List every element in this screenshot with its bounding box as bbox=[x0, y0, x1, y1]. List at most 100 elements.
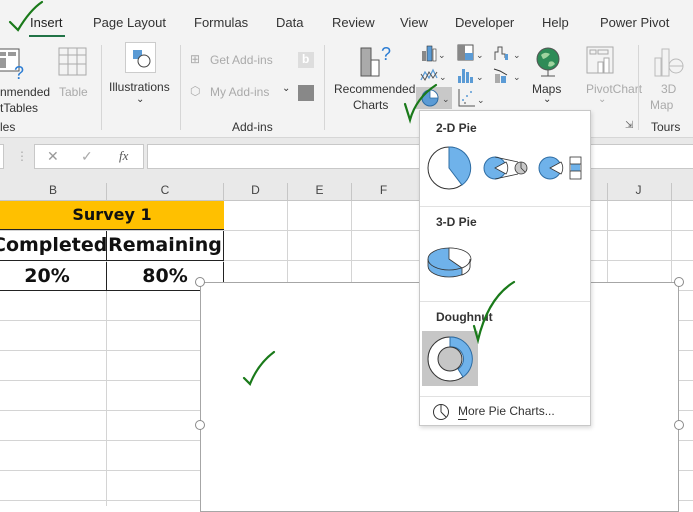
tab-developer[interactable]: Developer bbox=[455, 15, 514, 30]
remaining-header-cell[interactable]: Remaining bbox=[107, 231, 224, 261]
recommended-charts-button[interactable]: ? Recommended Charts bbox=[333, 42, 415, 114]
globe-icon bbox=[536, 47, 560, 77]
combo-chart-button[interactable]: ⌄ bbox=[493, 66, 521, 84]
pie-outline-icon bbox=[433, 404, 449, 420]
chevron-down-icon: ⌄ bbox=[136, 94, 145, 105]
3d-pie-heading: 3-D Pie bbox=[436, 215, 477, 229]
survey-title-cell[interactable]: Survey 1 bbox=[0, 201, 224, 230]
pie-chart-button[interactable]: ⌄ bbox=[416, 87, 452, 109]
chevron-down-icon: ⌄ bbox=[543, 94, 552, 105]
svg-text:⌄: ⌄ bbox=[513, 50, 521, 60]
addins-icon: ⬡ bbox=[190, 84, 201, 98]
tab-formulas[interactable]: Formulas bbox=[194, 15, 248, 30]
table-button[interactable]: Table bbox=[57, 45, 89, 105]
doughnut-heading: Doughnut bbox=[436, 310, 493, 324]
column-header-j[interactable]: J bbox=[607, 183, 670, 197]
3d-map-button[interactable]: 3D Map bbox=[648, 42, 693, 114]
drag-handle-icon[interactable]: ⋮ bbox=[16, 149, 28, 163]
waterfall-chart-button[interactable]: ⌄ bbox=[493, 44, 521, 62]
ribbon-separator bbox=[180, 45, 181, 130]
illustrations-label: Illustrations bbox=[109, 80, 170, 94]
3d-pie-option[interactable] bbox=[426, 241, 474, 281]
menu-divider bbox=[420, 301, 590, 302]
resize-handle-top-right[interactable] bbox=[674, 277, 684, 287]
3d-map-label-2: Map bbox=[650, 98, 674, 112]
enter-icon[interactable]: ✓ bbox=[81, 148, 93, 165]
formula-buttons: ✕ ✓ fx bbox=[34, 144, 144, 169]
svg-text:⌄: ⌄ bbox=[476, 50, 483, 60]
line-chart-button[interactable]: ⌄ bbox=[420, 66, 447, 84]
more-pie-charts-link[interactable]: More Pie Charts... bbox=[430, 401, 580, 423]
column-chart-button[interactable]: ⌄ bbox=[420, 44, 446, 62]
tab-review[interactable]: Review bbox=[332, 15, 375, 30]
insert-function-button[interactable]: fx bbox=[119, 148, 128, 164]
completed-header-cell[interactable]: Completed bbox=[0, 231, 107, 261]
recommended-pivottables-label: nmended bbox=[0, 85, 51, 99]
accelerator-underline bbox=[458, 419, 467, 420]
doughnut-option[interactable] bbox=[422, 331, 478, 386]
active-tab-indicator bbox=[29, 35, 65, 37]
ribbon-separator bbox=[638, 45, 639, 130]
remaining-header: Remaining bbox=[108, 234, 222, 256]
pie-icon bbox=[427, 146, 472, 190]
maps-button[interactable]: Maps ⌄ bbox=[530, 42, 566, 114]
column-header-c[interactable]: C bbox=[107, 183, 223, 197]
cancel-icon[interactable]: ✕ bbox=[47, 148, 59, 165]
pivottable-icon: ? bbox=[0, 48, 24, 81]
resize-handle-top-left[interactable] bbox=[195, 277, 205, 287]
my-addins-button[interactable]: ⬡ My Add-ins ⌄ bbox=[190, 83, 291, 102]
3d-pie-icon bbox=[427, 247, 472, 278]
column-header-d[interactable]: D bbox=[224, 183, 287, 197]
pie-of-pie-option[interactable] bbox=[482, 153, 530, 183]
recommended-charts-label-2: Charts bbox=[353, 98, 389, 112]
survey-title: Survey 1 bbox=[72, 205, 152, 224]
chevron-down-icon: ⌄ bbox=[282, 83, 291, 94]
table-icon bbox=[58, 47, 87, 76]
tab-page-layout[interactable]: Page Layout bbox=[93, 15, 166, 30]
pivotchart-label: PivotChart bbox=[586, 82, 643, 96]
completed-value-cell[interactable]: 20% bbox=[0, 262, 107, 291]
menu-divider bbox=[420, 206, 590, 207]
tab-insert[interactable]: Insert bbox=[30, 15, 63, 30]
resize-handle-left[interactable] bbox=[195, 420, 205, 430]
svg-text:⌄: ⌄ bbox=[477, 95, 483, 105]
completed-header: Completed bbox=[0, 234, 108, 256]
svg-text:⌄: ⌄ bbox=[439, 72, 446, 82]
recommended-charts-label: Recommended bbox=[334, 82, 416, 96]
statistic-chart-button[interactable]: ⌄ bbox=[457, 66, 484, 84]
doughnut-icon bbox=[427, 336, 473, 382]
3d-map-label: 3D bbox=[661, 82, 677, 96]
people-graph-icon[interactable] bbox=[298, 85, 314, 101]
scatter-chart-button[interactable]: ⌄ bbox=[457, 88, 485, 108]
menu-divider bbox=[420, 396, 590, 397]
recommended-charts-icon: ? bbox=[360, 44, 391, 77]
pie-of-pie-icon bbox=[483, 156, 528, 180]
pivotchart-button[interactable]: PivotChart ⌄ bbox=[584, 42, 644, 114]
charts-dialog-launcher-icon[interactable]: ⇲ bbox=[625, 120, 633, 131]
svg-text:⌄: ⌄ bbox=[513, 72, 521, 82]
completed-value: 20% bbox=[24, 265, 70, 287]
hierarchy-chart-button[interactable]: ⌄ bbox=[457, 44, 484, 62]
tab-view[interactable]: View bbox=[400, 15, 428, 30]
get-addins-label: Get Add-ins bbox=[210, 53, 273, 67]
column-header-b[interactable]: B bbox=[0, 183, 106, 197]
illustrations-button[interactable]: Illustrations ⌄ bbox=[108, 42, 174, 114]
tables-group-label: les bbox=[0, 120, 16, 134]
my-addins-label: My Add-ins bbox=[210, 85, 270, 99]
ribbon-separator bbox=[324, 45, 325, 130]
bing-icon[interactable]: b bbox=[298, 52, 314, 68]
tab-help[interactable]: Help bbox=[542, 15, 569, 30]
recommended-pivottables-button[interactable]: ? nmended tTables bbox=[0, 45, 52, 120]
column-header-f[interactable]: F bbox=[352, 183, 415, 197]
get-addins-button[interactable]: ⊞ Get Add-ins bbox=[190, 52, 280, 70]
bar-of-pie-option[interactable] bbox=[538, 153, 586, 183]
tours-group-label: Tours bbox=[651, 120, 681, 134]
table-label: Table bbox=[59, 85, 88, 99]
svg-text:?: ? bbox=[381, 44, 391, 64]
tab-data[interactable]: Data bbox=[276, 15, 303, 30]
tab-power-pivot[interactable]: Power Pivot bbox=[600, 15, 669, 30]
resize-handle-right[interactable] bbox=[674, 420, 684, 430]
pie-option[interactable] bbox=[426, 145, 472, 191]
column-header-e[interactable]: E bbox=[288, 183, 351, 197]
name-box[interactable] bbox=[0, 144, 4, 169]
